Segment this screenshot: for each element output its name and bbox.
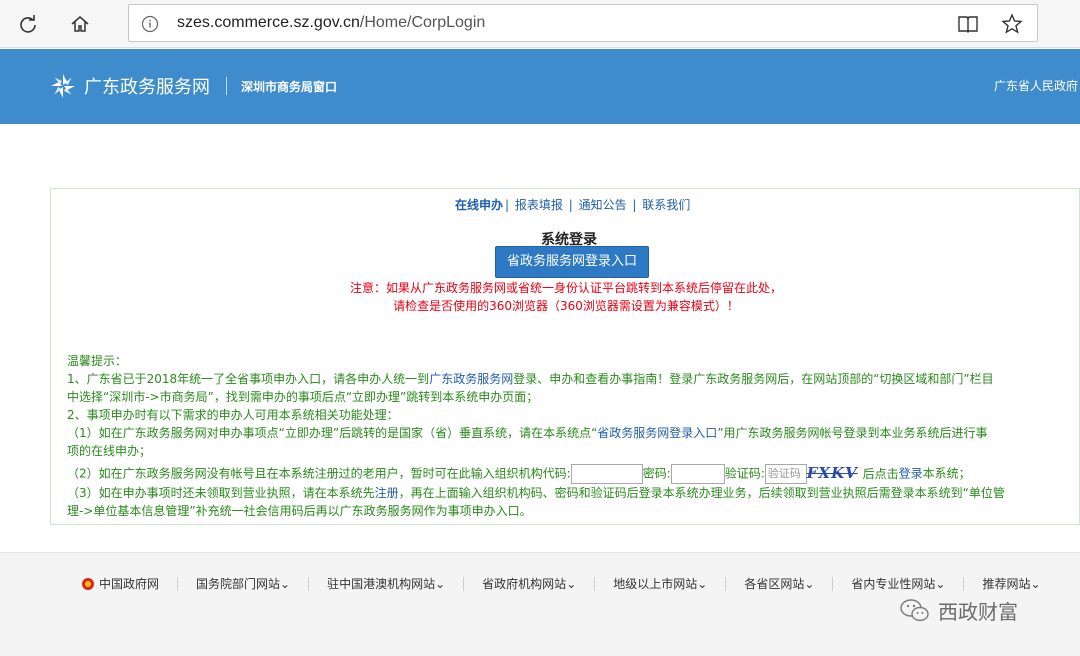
chevron-down-icon: ⌄ (804, 576, 815, 591)
info-icon[interactable] (141, 15, 159, 37)
tip-1-cont: 中选择“深圳市->市商务局”，找到需申办的事项后点“立即办理”跳转到本系统申办页… (67, 390, 539, 404)
url-text: szes.commerce.sz.gov.cn/Home/CorpLogin (177, 14, 486, 31)
top-nav: 在线申办 | 报表填报 | 通知公告 | 联系我们 (455, 198, 691, 212)
footer-item-gov[interactable]: 中国政府网 (82, 575, 159, 592)
tip-2-1: （1）如在广东政务服务网对申办事项点“立即办理”后跳转的是国家（省）垂直系统，请… (67, 426, 988, 440)
password-input[interactable] (670, 464, 725, 484)
header-divider (226, 77, 227, 95)
tip-2-3-cont: 理->单位基本信息管理”补充统一社会信用码后再以广东政务服务网作为事项申办入口。 (67, 504, 532, 518)
footer-item-hkmo[interactable]: 驻中国港澳机构网站 ⌄ (327, 575, 445, 592)
address-bar[interactable]: szes.commerce.sz.gov.cn/Home/CorpLogin (128, 4, 1038, 42)
footer-item-professional[interactable]: 省内专业性网站 ⌄ (851, 575, 945, 592)
footer-nav: 中国政府网 国务院部门网站 ⌄ 驻中国港澳机构网站 ⌄ 省政府机构网站 ⌄ 地级以上市… (82, 575, 1041, 592)
notice-line-2: 请检查是否使用的360浏览器（360浏览器需设置为兼容模式）！ (393, 299, 739, 313)
home-icon[interactable] (66, 10, 94, 38)
province-login-link[interactable]: 省政务服务网登录入口 (597, 426, 717, 440)
gd-gov-service-link[interactable]: 广东政务服务网 (429, 372, 513, 386)
login-link[interactable]: 登录 (899, 467, 923, 481)
nav-notice[interactable]: 通知公告 (579, 198, 627, 212)
tips-block: 温馨提示： 1、广东省已于2018年统一了全省事项申办入口，请各申办人统一到广东… (67, 352, 1077, 520)
chevron-down-icon: ⌄ (566, 576, 577, 591)
watermark: 西政财富 (900, 596, 1018, 625)
browser-toolbar: szes.commerce.sz.gov.cn/Home/CorpLogin (0, 0, 1080, 48)
window-name: 深圳市商务局窗口 (241, 79, 338, 94)
site-logo[interactable]: 广东政务服务网 深圳市商务局窗口 (50, 73, 337, 99)
national-emblem-icon (82, 577, 94, 590)
nav-report[interactable]: 报表填报 (515, 198, 563, 212)
wechat-icon (900, 598, 929, 621)
footer-item-state-council[interactable]: 国务院部门网站 ⌄ (196, 575, 290, 592)
reading-view-icon[interactable] (957, 14, 979, 38)
chevron-down-icon: ⌄ (697, 576, 708, 591)
chevron-down-icon: ⌄ (435, 576, 446, 591)
refresh-icon[interactable] (14, 10, 42, 38)
captcha-input[interactable]: 验证码 (764, 464, 807, 484)
favorite-star-icon[interactable] (1001, 13, 1023, 39)
chevron-down-icon: ⌄ (935, 576, 946, 591)
tip-1: 1、广东省已于2018年统一了全省事项申办入口，请各申办人统一到广东政务服务网登… (67, 372, 994, 386)
footer: 中国政府网 国务院部门网站 ⌄ 驻中国港澳机构网站 ⌄ 省政府机构网站 ⌄ 地级以上市… (0, 552, 1080, 656)
tip-2-1-cont: 项的在线申办； (67, 444, 152, 458)
site-header: 广东政务服务网 深圳市商务局窗口 广东省人民政府 (0, 49, 1080, 124)
chevron-down-icon: ⌄ (280, 576, 291, 591)
site-name: 广东政务服务网 (84, 77, 210, 98)
notice-line-1: 注意：如果从广东政务服务网或省统一身份认证平台跳转到本系统后停留在此处， (349, 281, 782, 295)
register-link[interactable]: 注册 (375, 486, 399, 500)
tip-2-3: （3）如在申办事项时还未领取到营业执照，请在本系统先注册，再在上面输入组织机构码… (67, 486, 1005, 500)
tip-2-2: （2）如在广东政务服务网没有帐号且在本系统注册过的老用户，暂时可在此输入组织机构… (67, 464, 971, 484)
footer-item-recommended[interactable]: 推荐网站 ⌄ (982, 575, 1040, 592)
nav-contact[interactable]: 联系我们 (642, 198, 690, 212)
footer-item-province-gov[interactable]: 省政府机构网站 ⌄ (482, 575, 576, 592)
logo-flower-icon (51, 74, 75, 98)
province-link[interactable]: 广东省人民政府 (994, 77, 1078, 94)
watermark-text: 西政财富 (938, 600, 1018, 624)
chevron-down-icon: ⌄ (1030, 576, 1041, 591)
org-code-input[interactable] (570, 464, 643, 484)
footer-item-cities[interactable]: 地级以上市网站 ⌄ (613, 575, 707, 592)
footer-item-provinces[interactable]: 各省区网站 ⌄ (744, 575, 814, 592)
tip-2: 2、事项申办时有以下需求的申办人可用本系统相关功能处理： (67, 408, 399, 422)
tips-heading: 温馨提示： (67, 354, 128, 368)
province-login-button[interactable]: 省政务服务网登录入口 (495, 246, 649, 278)
nav-online-apply[interactable]: 在线申办 (455, 198, 503, 212)
login-panel: 在线申办 | 报表填报 | 通知公告 | 联系我们 系统登录 省政务服务网登录入口… (50, 188, 1080, 525)
captcha-image[interactable]: FXKV (807, 464, 857, 484)
